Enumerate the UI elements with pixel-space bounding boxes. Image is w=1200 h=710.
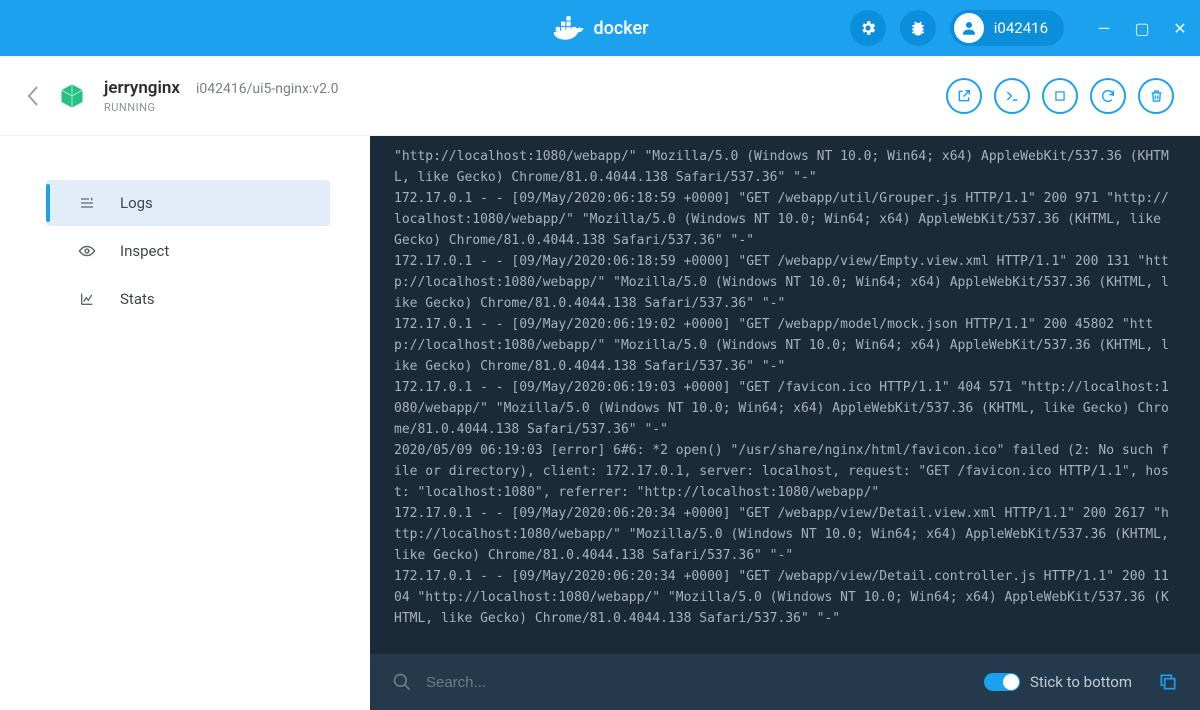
search-icon (392, 672, 412, 692)
bug-icon (909, 19, 927, 37)
user-menu[interactable]: i042416 (950, 10, 1064, 46)
container-status: RUNNING (104, 101, 339, 114)
tab-stats[interactable]: Stats (46, 276, 330, 322)
terminal-icon (1004, 88, 1020, 104)
cli-button[interactable] (994, 78, 1030, 114)
tab-inspect[interactable]: Inspect (46, 228, 330, 274)
tab-stats-label: Stats (120, 290, 155, 308)
tab-logs-label: Logs (120, 194, 153, 212)
sidebar: Logs Inspect Stats (0, 136, 370, 710)
stop-icon (1053, 89, 1067, 103)
restart-icon (1100, 88, 1116, 104)
stick-label: Stick to bottom (1030, 673, 1132, 691)
search-input[interactable] (426, 674, 970, 691)
tab-logs[interactable]: Logs (46, 180, 330, 226)
container-header: jerrynginx i042416/ui5-nginx:v2.0 RUNNIN… (0, 56, 1200, 136)
close-button[interactable]: ✕ (1172, 19, 1188, 38)
container-name: jerrynginx (104, 78, 180, 98)
tab-inspect-label: Inspect (120, 242, 169, 260)
stick-to-bottom: Stick to bottom (984, 673, 1132, 691)
stop-button[interactable] (1042, 78, 1078, 114)
log-footer: Stick to bottom (370, 654, 1200, 710)
trash-icon (1149, 88, 1164, 104)
restart-button[interactable] (1090, 78, 1126, 114)
log-panel: "http://localhost:1080/webapp/" "Mozilla… (370, 136, 1200, 710)
delete-button[interactable] (1138, 78, 1174, 114)
stick-toggle[interactable] (984, 673, 1020, 691)
minimize-button[interactable]: — (1096, 19, 1112, 38)
eye-icon (78, 244, 96, 258)
open-external-icon (956, 88, 972, 104)
main: Logs Inspect Stats "http://localhost:108… (0, 136, 1200, 710)
stats-icon (78, 291, 96, 307)
gear-icon (859, 19, 877, 37)
avatar-icon (954, 13, 984, 43)
user-id: i042416 (994, 19, 1048, 37)
copy-button[interactable] (1158, 672, 1178, 692)
brand: docker (552, 14, 649, 42)
back-button[interactable] (26, 85, 40, 107)
top-bar: docker i042416 — ▢ ✕ (0, 0, 1200, 56)
settings-button[interactable] (850, 10, 886, 46)
troubleshoot-button[interactable] (900, 10, 936, 46)
topbar-right: i042416 — ▢ ✕ (850, 10, 1188, 46)
log-output[interactable]: "http://localhost:1080/webapp/" "Mozilla… (370, 136, 1200, 654)
maximize-button[interactable]: ▢ (1134, 19, 1150, 38)
container-image: i042416/ui5-nginx:v2.0 (196, 81, 339, 97)
window-controls: — ▢ ✕ (1096, 19, 1188, 38)
container-actions (946, 78, 1174, 114)
brand-name: docker (594, 18, 649, 39)
whale-icon (552, 14, 586, 42)
logs-icon (78, 196, 96, 210)
open-browser-button[interactable] (946, 78, 982, 114)
container-icon (58, 82, 86, 110)
